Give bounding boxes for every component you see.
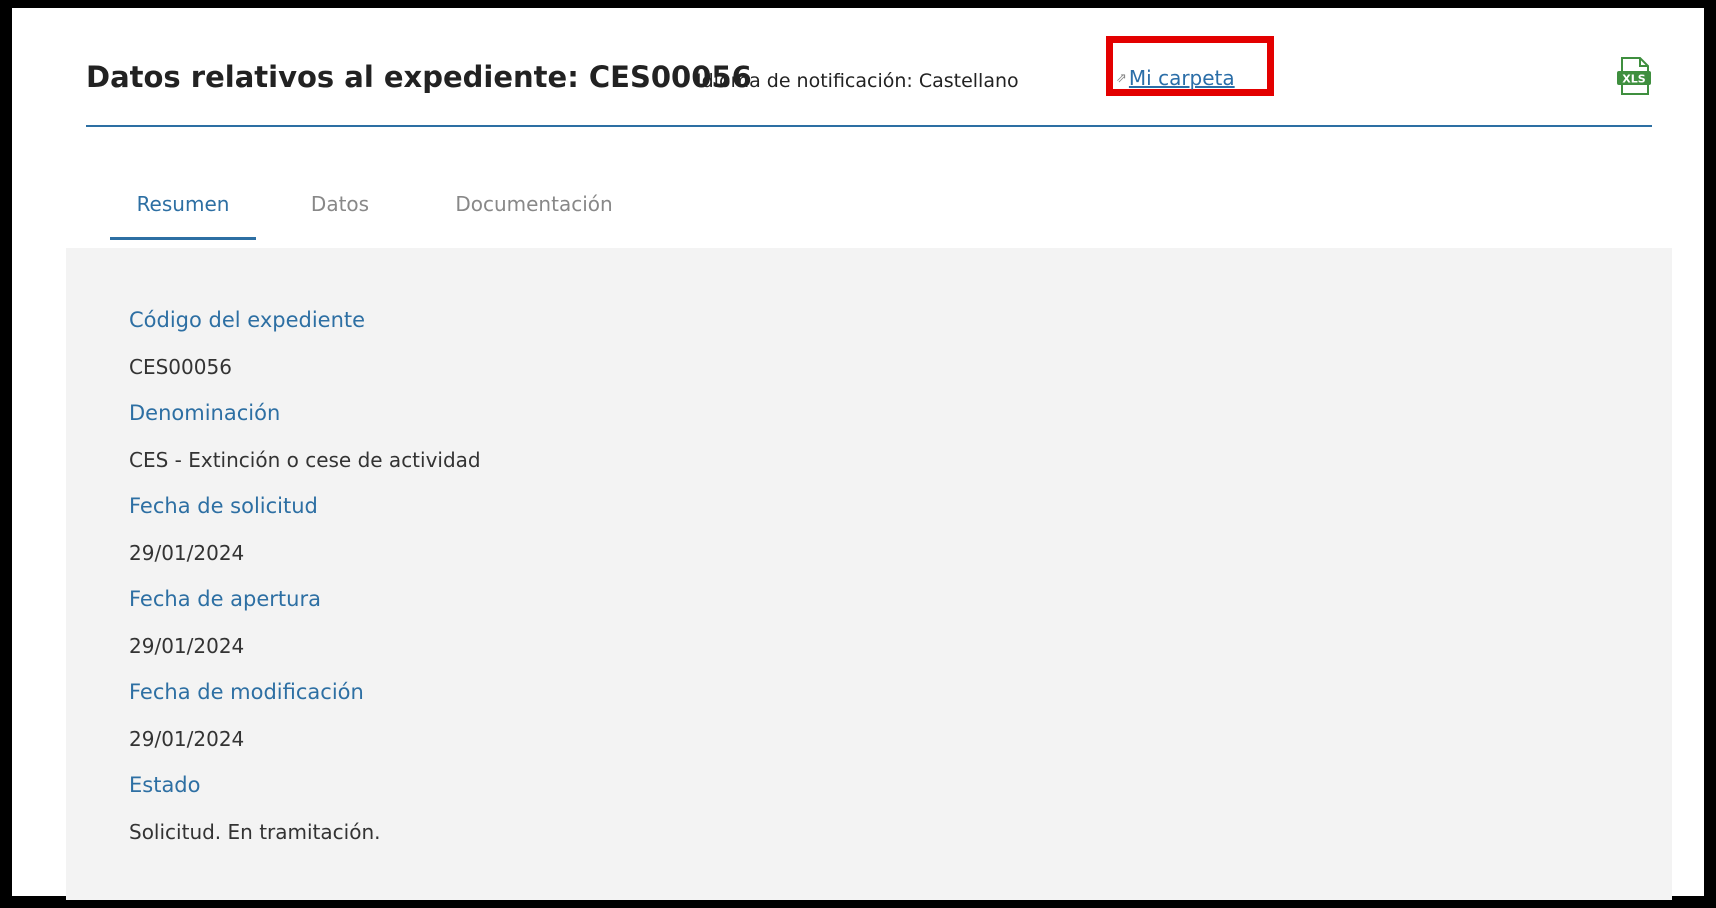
notification-language: Idioma de notificación: Castellano bbox=[696, 70, 1019, 92]
page-title: Datos relativos al expediente: CES00056 bbox=[86, 60, 752, 94]
field-label: Fecha de modificación bbox=[129, 680, 364, 704]
mi-carpeta-link[interactable]: ⇗ Mi carpeta bbox=[1116, 66, 1235, 90]
field-value: 29/01/2024 bbox=[129, 541, 245, 565]
svg-text:XLS: XLS bbox=[1622, 73, 1645, 86]
mi-carpeta-label: Mi carpeta bbox=[1128, 66, 1235, 90]
summary-panel: Código del expediente CES00056 Denominac… bbox=[66, 248, 1672, 900]
field-label: Denominación bbox=[129, 401, 281, 425]
page-header: Datos relativos al expediente: CES00056 … bbox=[86, 36, 1652, 126]
tab-resumen[interactable]: Resumen bbox=[110, 180, 256, 240]
field-value: 29/01/2024 bbox=[129, 727, 245, 751]
field-label: Estado bbox=[129, 773, 201, 797]
xls-export-icon[interactable]: XLS bbox=[1616, 56, 1652, 96]
field-label: Fecha de apertura bbox=[129, 587, 321, 611]
field-value: 29/01/2024 bbox=[129, 634, 245, 658]
header-divider bbox=[86, 125, 1652, 127]
field-value: Solicitud. En tramitación. bbox=[129, 820, 381, 844]
tab-documentacion[interactable]: Documentación bbox=[442, 180, 626, 240]
field-label: Fecha de solicitud bbox=[129, 494, 318, 518]
field-value: CES00056 bbox=[129, 355, 232, 379]
tab-datos[interactable]: Datos bbox=[300, 180, 380, 240]
external-link-icon: ⇗ bbox=[1116, 71, 1127, 86]
field-value: CES - Extinción o cese de actividad bbox=[129, 448, 481, 472]
field-label: Código del expediente bbox=[129, 308, 366, 332]
